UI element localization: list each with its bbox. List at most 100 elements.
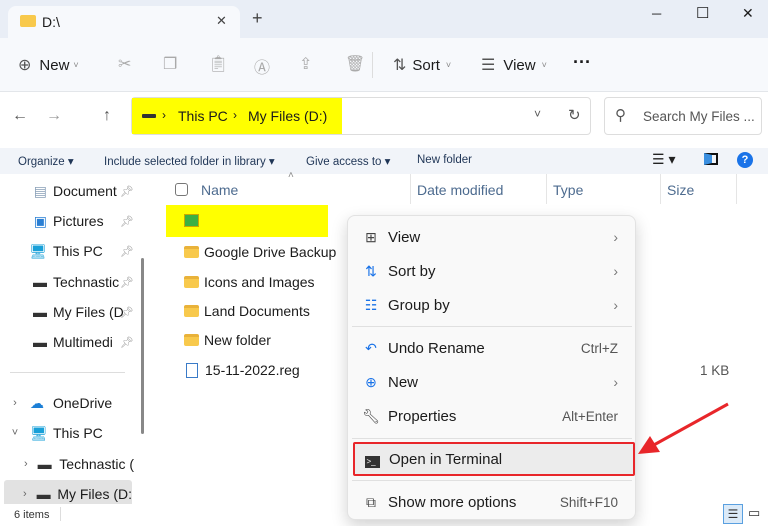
- tiles-view-button[interactable]: ▭: [748, 505, 760, 521]
- sidebar-item-documents[interactable]: ▤ Document 📌︎: [0, 177, 134, 205]
- cut-icon[interactable]: ✂: [118, 54, 131, 74]
- help-icon[interactable]: ?: [737, 152, 753, 168]
- sidebar-item-label: Multimedi: [53, 334, 113, 350]
- menu-item-show-more-options[interactable]: ⧉ Show more options Shift+F10: [354, 485, 630, 519]
- folder-icon: [184, 334, 199, 346]
- menu-item-open-in-terminal[interactable]: >_ Open in Terminal: [353, 442, 635, 476]
- column-divider: [546, 174, 547, 204]
- documents-icon: ▤: [33, 182, 47, 199]
- file-row[interactable]: Google Drive Backup: [184, 244, 336, 260]
- delete-icon[interactable]: 🗑︎: [345, 54, 365, 74]
- pin-icon: 📌︎: [120, 336, 134, 349]
- chevron-right-icon: ›: [22, 488, 27, 500]
- sort-button[interactable]: ⇅ Sort ˅: [393, 55, 451, 75]
- column-date-modified[interactable]: Date modified: [417, 182, 503, 198]
- column-type[interactable]: Type: [553, 182, 583, 198]
- new-folder-button[interactable]: New folder: [417, 154, 472, 166]
- address-bar[interactable]: › This PC › My Files (D:) ˅ ↻: [131, 97, 591, 135]
- tree-item-technastic[interactable]: › ▬ Technastic (: [0, 450, 134, 478]
- view-menu-icon[interactable]: ☰ ▾: [652, 151, 675, 168]
- menu-label: Undo Rename: [388, 339, 485, 357]
- menu-item-group-by[interactable]: ☷ Group by ›: [354, 288, 630, 322]
- sidebar-item-pictures[interactable]: ▣ Pictures 📌︎: [0, 207, 134, 235]
- copy-icon[interactable]: ❐: [163, 54, 177, 74]
- menu-item-view[interactable]: ⊞ View ›: [354, 220, 630, 254]
- rename-icon[interactable]: Ⓐ: [254, 54, 270, 78]
- address-row: ← → ↑ › This PC › My Files (D:) ˅ ↻ ⚲ Se…: [0, 92, 768, 144]
- column-name[interactable]: Name: [201, 182, 238, 198]
- breadcrumb-this-pc[interactable]: This PC: [178, 108, 228, 124]
- select-all-checkbox[interactable]: [175, 183, 188, 196]
- new-button[interactable]: ⊕ New ˅: [18, 55, 79, 75]
- view-button[interactable]: ☰ View ˅: [481, 55, 547, 75]
- back-icon[interactable]: ←: [12, 107, 28, 125]
- maximize-button[interactable]: ☐: [696, 4, 709, 22]
- more-options-button[interactable]: ···: [573, 52, 591, 73]
- legacy-toolbar: Organize ▾ Include selected folder in li…: [0, 148, 768, 174]
- organize-button[interactable]: Organize ▾: [18, 154, 74, 168]
- search-input[interactable]: Search My Files ...: [643, 109, 755, 124]
- sidebar-scrollbar[interactable]: [141, 258, 144, 434]
- file-row[interactable]: Icons and Images: [184, 274, 315, 290]
- close-button[interactable]: ✕: [742, 5, 754, 22]
- file-row[interactable]: Land Documents: [184, 303, 310, 319]
- menu-item-new[interactable]: ⊕ New ›: [354, 365, 630, 399]
- menu-label: Sort by: [388, 262, 436, 280]
- navigation-pane: ▤ Document 📌︎ ▣ Pictures 📌︎ 🖥︎ This PC 📌︎ ▬ Tec…: [0, 174, 140, 508]
- sort-icon: ⇅: [365, 262, 377, 279]
- folder-icon: [184, 305, 199, 317]
- minimize-button[interactable]: ─: [652, 6, 661, 21]
- close-tab-icon[interactable]: ✕: [216, 13, 227, 29]
- give-access-button[interactable]: Give access to ▾: [306, 154, 390, 168]
- tree-item-label: This PC: [53, 425, 103, 441]
- drive-icon: ▬: [33, 334, 47, 350]
- file-row[interactable]: New folder: [184, 332, 271, 348]
- tree-item-this-pc[interactable]: ˅ 🖥︎ This PC: [0, 419, 134, 447]
- new-tab-button[interactable]: +: [252, 8, 263, 29]
- arrow-shaft: [651, 402, 729, 448]
- details-view-button[interactable]: ☰: [723, 504, 743, 524]
- sidebar-item-label: My Files (D: [53, 304, 124, 320]
- share-icon[interactable]: ⇪: [299, 54, 312, 74]
- menu-separator: [352, 438, 632, 439]
- forward-icon[interactable]: →: [46, 107, 62, 125]
- refresh-icon[interactable]: ↻: [568, 106, 581, 124]
- sort-ascending-icon: ˄: [288, 170, 294, 181]
- breadcrumb-my-files[interactable]: My Files (D:): [248, 108, 327, 124]
- menu-label: Group by: [388, 296, 450, 314]
- organize-label: Organize: [18, 156, 65, 168]
- menu-label: New: [388, 373, 419, 391]
- file-row-renaming[interactable]: [166, 205, 328, 237]
- file-row[interactable]: 15-11-2022.reg: [184, 362, 300, 378]
- search-box[interactable]: ⚲ Search My Files ...: [604, 97, 762, 135]
- drive-icon: ▬: [36, 486, 51, 502]
- drive-icon: [142, 114, 156, 118]
- grid-icon: ⊞: [365, 228, 377, 245]
- tree-item-onedrive[interactable]: › ☁ OneDrive: [0, 389, 134, 417]
- preview-pane-icon[interactable]: [704, 153, 718, 165]
- sidebar-item-this-pc[interactable]: 🖥︎ This PC 📌︎: [0, 237, 134, 265]
- chevron-down-icon[interactable]: ˅: [534, 107, 541, 121]
- menu-item-undo-rename[interactable]: ↶ Undo Rename Ctrl+Z: [354, 331, 630, 365]
- include-library-label: Include selected folder in library: [104, 156, 266, 168]
- sidebar-item-my-files[interactable]: ▬ My Files (D 📌︎: [0, 298, 134, 326]
- column-size[interactable]: Size: [667, 182, 694, 198]
- paste-icon[interactable]: 📋︎: [208, 54, 228, 74]
- sidebar-item-technastic[interactable]: ▬ Technastic 📌︎: [0, 268, 134, 296]
- tab-current[interactable]: D:\ ✕: [8, 6, 240, 38]
- menu-item-properties[interactable]: 🔧︎ Properties Alt+Enter: [354, 399, 630, 433]
- include-library-button[interactable]: Include selected folder in library ▾: [104, 154, 275, 168]
- chevron-right-icon: ›: [13, 397, 17, 409]
- menu-item-sort-by[interactable]: ⇅ Sort by ›: [354, 254, 630, 288]
- folder-icon: [20, 15, 36, 27]
- up-icon[interactable]: ↑: [103, 107, 111, 125]
- menu-label: Open in Terminal: [389, 450, 503, 468]
- registry-file-icon: [186, 362, 198, 378]
- sidebar-item-multimedia[interactable]: ▬ Multimedi 📌︎: [0, 328, 134, 356]
- undo-icon: ↶: [365, 339, 377, 356]
- give-access-label: Give access to: [306, 156, 382, 168]
- sidebar-item-label: This PC: [53, 243, 103, 259]
- file-name: Google Drive Backup: [204, 244, 337, 260]
- plus-circle-icon: ⊕: [365, 373, 377, 390]
- pictures-icon: ▣: [33, 212, 47, 229]
